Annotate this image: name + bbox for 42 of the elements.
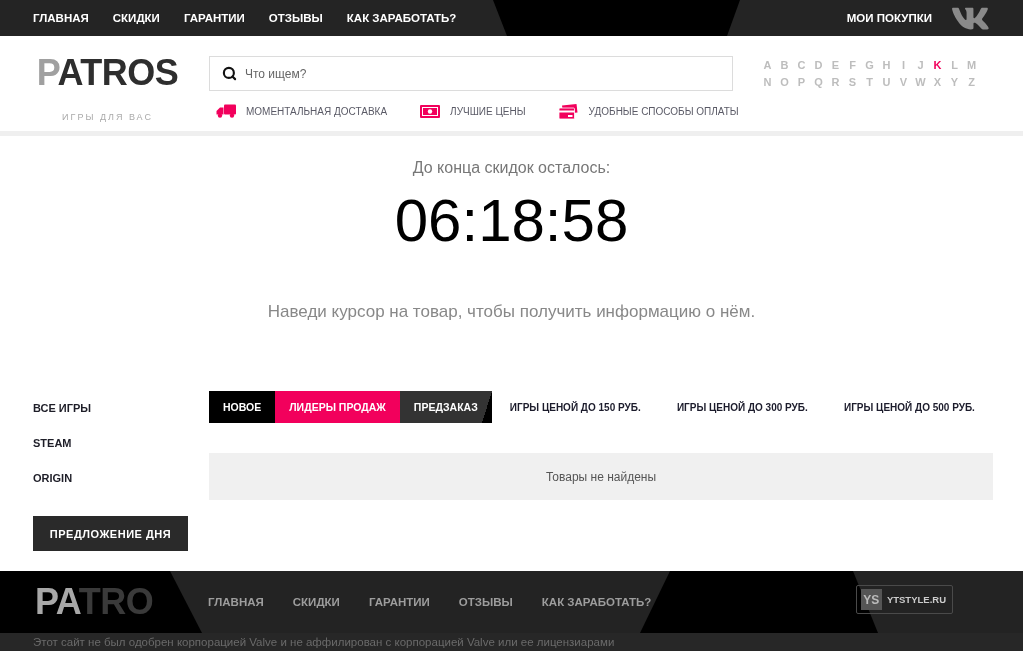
deal-of-day-button[interactable]: ПРЕДЛОЖЕНИЕ ДНЯ: [33, 516, 188, 551]
category-tab[interactable]: ЛИДЕРЫ ПРОДАЖ: [275, 391, 400, 423]
badge-label: YTSTYLE.RU: [886, 594, 946, 605]
social-logo-icon[interactable]: [952, 6, 990, 30]
footer-link[interactable]: ГАРАНТИИ: [368, 596, 430, 608]
author-badge-link[interactable]: YS YTSTYLE.RU: [855, 585, 953, 614]
countdown-label: До конца скидок осталось:: [412, 158, 611, 178]
category-tab[interactable]: ИГРЫ ЦЕНОЙ ДО 150 РУБ.: [491, 391, 659, 423]
category-tab[interactable]: ИГРЫ ЦЕНОЙ ДО 300 РУБ.: [658, 391, 826, 423]
empty-message: Товары не найдены: [545, 469, 657, 484]
sidebar-link[interactable]: STEAM: [33, 436, 72, 451]
footer-link[interactable]: ГЛАВНАЯ: [208, 596, 264, 608]
feature-label: УДОБНЫЕ СПОСОБЫ ОПЛАТЫ: [588, 105, 739, 117]
nav-link[interactable]: ГЛАВНАЯ: [33, 12, 89, 24]
category-tab[interactable]: ИГРЫ ЦЕНОЙ ДО 500 РУБ.: [825, 391, 993, 423]
nav-link[interactable]: КАК ЗАРАБОТАТЬ?: [346, 12, 457, 24]
sidebar-link[interactable]: ORIGIN: [33, 471, 73, 486]
letter-link[interactable]: K: [933, 57, 942, 74]
purchases-link[interactable]: МОИ ПОКУПКИ: [846, 12, 932, 24]
badge-mark: YS: [860, 589, 882, 610]
cards-icon: [558, 103, 579, 119]
footer-link[interactable]: СКИДКИ: [292, 596, 340, 608]
disclaimer-text: Этот сайт не был одобрен корпорацией Valve и не аффилирован с корпорацией Valve или ее лицензиарами: [33, 635, 615, 650]
site-logo[interactable]: PATRO: [35, 584, 154, 620]
category-tab[interactable]: НОВОЕ: [209, 391, 276, 423]
site-logo[interactable]: PATROS: [36, 55, 179, 91]
hover-hint: Наведи курсор на товар, чтобы получить информацию о нём.: [267, 302, 756, 322]
feature-label: МОМЕНТАЛЬНАЯ ДОСТАВКА: [246, 105, 388, 117]
tagline: ИГРЫ ДЛЯ ВАС: [62, 111, 153, 123]
sidebar-link[interactable]: ВСЕ ИГРЫ: [33, 401, 92, 416]
footer-link[interactable]: ОТЗЫВЫ: [458, 596, 513, 608]
search-field[interactable]: Что ищем?: [209, 56, 733, 91]
nav-link[interactable]: ОТЗЫВЫ: [268, 12, 323, 24]
countdown-timer: 06:18:58: [394, 187, 629, 255]
category-tab[interactable]: ПРЕДЗАКАЗ: [399, 391, 492, 423]
footer-link[interactable]: КАК ЗАРАБОТАТЬ?: [541, 596, 652, 608]
nav-link[interactable]: СКИДКИ: [112, 12, 160, 24]
nav-link[interactable]: ГАРАНТИИ: [183, 12, 245, 24]
banknote-icon: [420, 104, 441, 118]
feature-label: ЛУЧШИЕ ЦЕНЫ: [450, 105, 526, 117]
truck-icon: [216, 104, 236, 118]
search-icon: [222, 66, 237, 81]
